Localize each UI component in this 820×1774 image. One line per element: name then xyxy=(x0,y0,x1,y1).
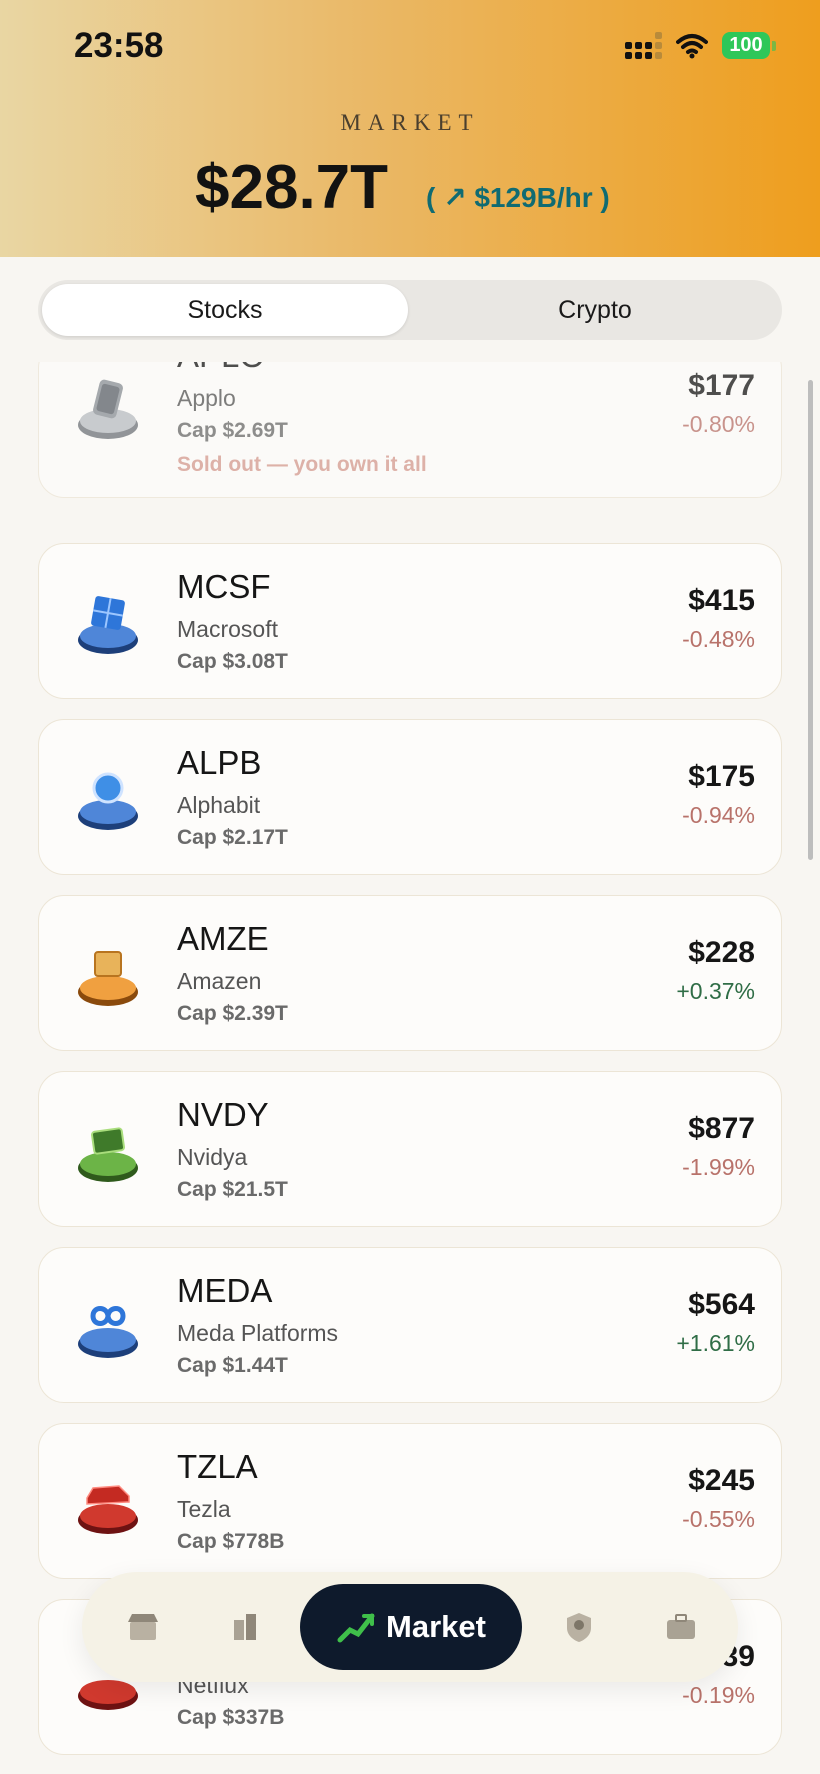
stock-ticker: AMZE xyxy=(177,920,269,957)
stock-list[interactable]: APLO Applo Cap $2.69T Sold out — you own… xyxy=(0,362,820,1774)
wifi-icon xyxy=(676,33,708,58)
stock-ticker: TZLA xyxy=(177,1448,258,1485)
stock-change: -0.80% xyxy=(682,411,755,437)
stock-ticker: ALPB xyxy=(177,744,262,781)
windows-icon xyxy=(78,596,138,654)
stock-price: $228 xyxy=(688,936,755,969)
market-label: MARKET xyxy=(340,110,480,135)
stock-cap: Cap $2.39T xyxy=(177,1002,288,1025)
car-icon xyxy=(78,1485,138,1534)
tab-stocks[interactable]: Stocks xyxy=(42,284,408,336)
stock-name: Applo xyxy=(177,385,236,411)
gpu-icon xyxy=(78,1127,138,1182)
shield-person-icon[interactable] xyxy=(562,1610,596,1644)
stock-cap: Cap $1.44T xyxy=(177,1354,288,1377)
stock-card-mcsf[interactable]: MCSF Macrosoft Cap $3.08T $415 -0.48% xyxy=(38,543,782,699)
stock-card-aplo[interactable]: APLO Applo Cap $2.69T Sold out — you own… xyxy=(38,362,782,498)
stock-price: $175 xyxy=(688,760,755,793)
stock-card-nvdy[interactable]: NVDY Nvidya Cap $21.5T $877 -1.99% xyxy=(38,1071,782,1227)
tab-crypto[interactable]: Crypto xyxy=(412,284,778,336)
asset-type-toggle: Stocks Crypto xyxy=(38,280,782,340)
buildings-icon[interactable] xyxy=(228,1610,262,1644)
stock-card-amze[interactable]: AMZE Amazen Cap $2.39T $228 +0.37% xyxy=(38,895,782,1051)
stock-price: $245 xyxy=(688,1464,755,1497)
package-icon xyxy=(78,951,138,1006)
stock-change: -0.94% xyxy=(682,802,755,828)
store-icon[interactable] xyxy=(126,1610,160,1644)
stock-name: Amazen xyxy=(177,968,262,994)
market-total-value: $28.7T xyxy=(195,153,389,222)
tab-market-label: Market xyxy=(386,1609,486,1644)
signal-icon xyxy=(625,32,662,59)
stock-cap: Cap $337B xyxy=(177,1706,285,1729)
briefcase-icon[interactable] xyxy=(664,1610,698,1644)
chart-up-icon xyxy=(337,1613,375,1643)
stock-price: $415 xyxy=(688,584,755,617)
stock-cap: Cap $3.08T xyxy=(177,650,288,673)
stock-change: -1.99% xyxy=(682,1154,755,1180)
stock-card-alpb[interactable]: ALPB Alphabit Cap $2.17T $175 -0.94% xyxy=(38,719,782,875)
stock-change: +0.37% xyxy=(676,978,755,1004)
phone-icon xyxy=(78,379,138,439)
stock-card-meda[interactable]: MEDA Meda Platforms Cap $1.44T $564 +1.6… xyxy=(38,1247,782,1403)
tab-market[interactable]: Market xyxy=(300,1584,522,1670)
stock-ticker: NVDY xyxy=(177,1096,269,1133)
stock-price: $877 xyxy=(688,1112,755,1145)
bottom-tab-bar: Market xyxy=(82,1572,738,1682)
stock-cap: Cap $778B xyxy=(177,1530,285,1553)
stock-ticker: MCSF xyxy=(177,568,271,605)
stock-change: -0.55% xyxy=(682,1506,755,1532)
stock-name: Tezla xyxy=(177,1496,231,1522)
stock-name: Nvidya xyxy=(177,1144,248,1170)
status-icons: 100 xyxy=(625,32,776,59)
battery-indicator: 100 xyxy=(722,32,776,59)
market-growth-rate: ( ↗ $129B/hr ) xyxy=(426,182,610,213)
scrollbar[interactable] xyxy=(808,380,813,860)
stock-price: $177 xyxy=(688,369,755,402)
stock-price: $564 xyxy=(688,1288,755,1321)
stock-cap: Cap $2.69T xyxy=(177,419,288,442)
infinity-icon xyxy=(78,1306,138,1358)
stock-name: Macrosoft xyxy=(177,616,278,642)
stock-name: Meda Platforms xyxy=(177,1320,339,1346)
stock-cap: Cap $2.17T xyxy=(177,826,288,849)
stock-change: +1.61% xyxy=(676,1330,755,1356)
stock-change: -0.19% xyxy=(682,1682,755,1708)
search-globe-icon xyxy=(78,772,138,830)
stock-ticker: MEDA xyxy=(177,1272,273,1309)
status-time: 23:58 xyxy=(74,26,164,65)
sold-out-note: Sold out — you own it all xyxy=(177,453,427,476)
stock-ticker: APLO xyxy=(177,362,265,375)
stock-change: -0.48% xyxy=(682,626,755,652)
market-header: 23:58 100 MARKET $28.7T ( ↗ $129B/hr ) xyxy=(0,0,820,257)
stock-cap: Cap $21.5T xyxy=(177,1178,288,1201)
stock-name: Alphabit xyxy=(177,792,261,818)
stock-card-tzla[interactable]: TZLA Tezla Cap $778B $245 -0.55% xyxy=(38,1423,782,1579)
